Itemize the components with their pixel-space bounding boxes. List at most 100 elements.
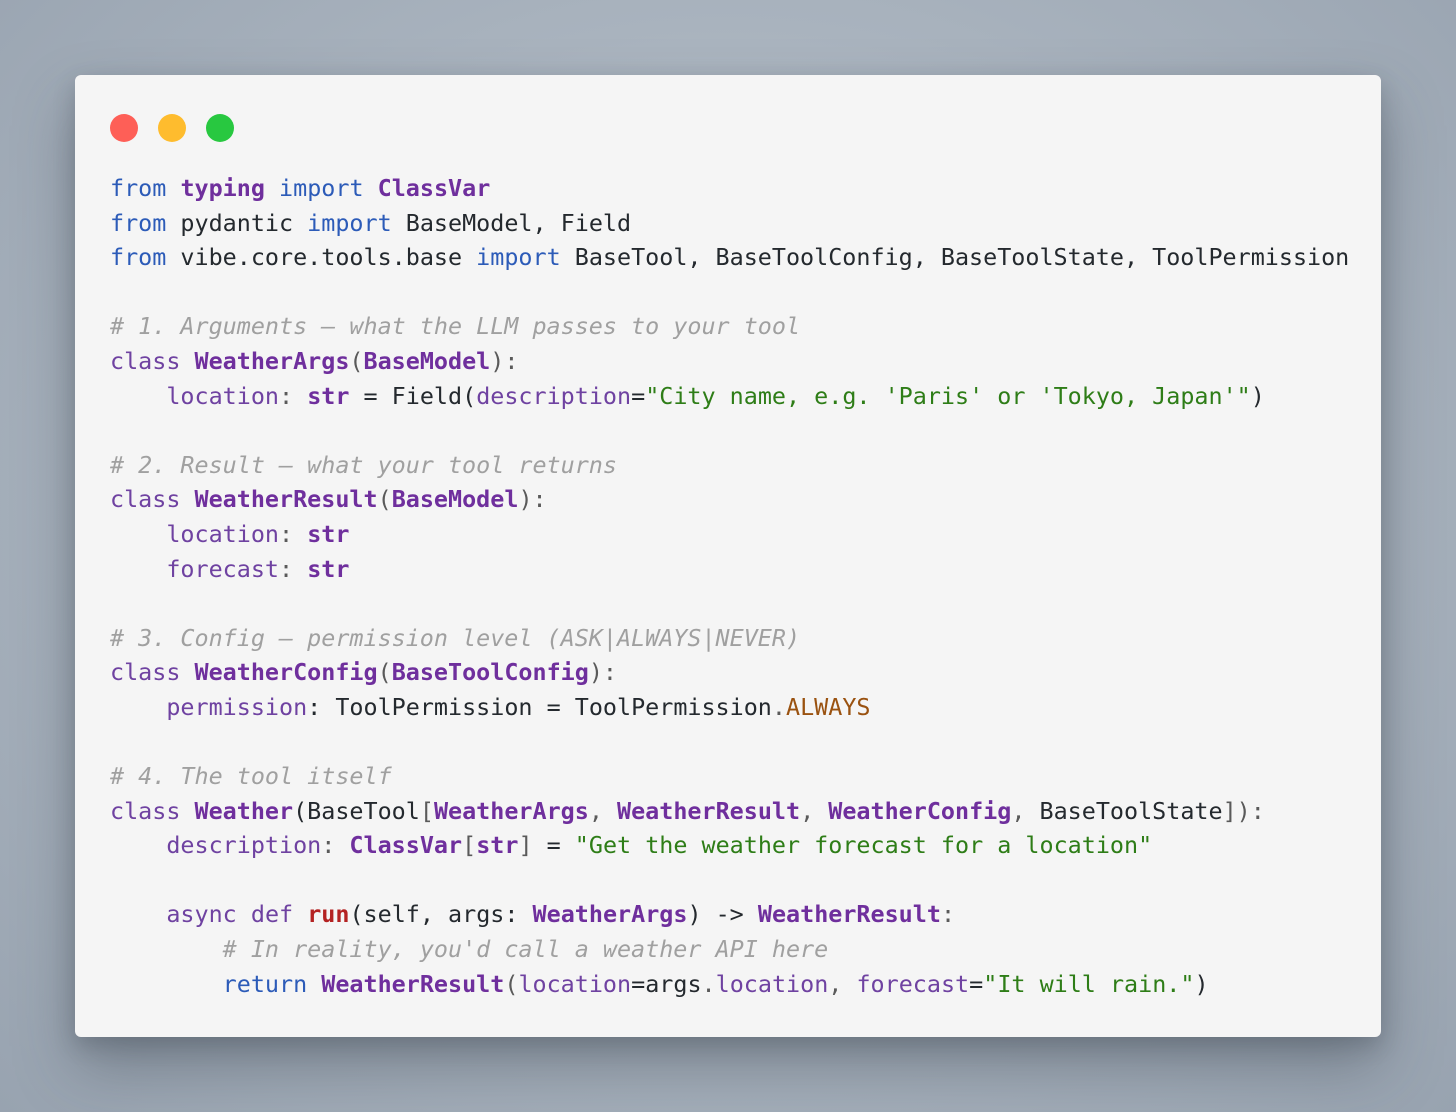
code-line-field: forecast: str [110, 552, 1349, 587]
imported-names: BaseModel, Field [391, 208, 632, 237]
minimize-window-button[interactable] [158, 114, 186, 142]
code-punctuation: ): [490, 346, 519, 375]
maximize-window-button[interactable] [206, 114, 234, 142]
code-line-comment: # In reality, you'd call a weather API h… [110, 932, 1349, 967]
param-type: WeatherArgs [532, 900, 688, 929]
code-punctuation: ) [1194, 969, 1209, 998]
string-literal: "Get the weather forecast for a location… [574, 831, 1153, 860]
code-punctuation: = [631, 381, 646, 410]
field-name: location [166, 381, 280, 410]
code-line-field: location: str = Field(description="City … [110, 379, 1349, 414]
code-punctuation: ): [588, 658, 618, 687]
param-name: description [476, 381, 632, 410]
code-line-field: permission: ToolPermission = ToolPermiss… [110, 690, 1349, 725]
code-line-import-pydantic: from pydantic import BaseModel, Field [110, 206, 1349, 241]
generic-arg: WeatherArgs [433, 796, 589, 825]
code-punctuation: [ [419, 796, 434, 825]
code-punctuation: ( [349, 346, 364, 375]
keyword-def: def [250, 900, 294, 929]
keyword-import: import [279, 174, 364, 202]
class-name: WeatherConfig [194, 658, 378, 687]
base-class: BaseModel [363, 346, 491, 375]
field-type: str [307, 554, 350, 583]
code-line-class-def: class WeatherArgs(BaseModel): [110, 344, 1349, 379]
string-literal: "City name, e.g. 'Paris' or 'Tokyo, Japa… [645, 381, 1251, 410]
field-type: str [307, 519, 350, 548]
param-value: =args [631, 969, 702, 998]
code-punctuation: ) -> [687, 900, 758, 929]
code-punctuation: ]): [1222, 796, 1265, 825]
module-name: typing [180, 174, 265, 202]
code-punctuation: : [279, 554, 308, 583]
code-punctuation: , [828, 969, 857, 998]
code-punctuation: : [279, 381, 308, 410]
generic-arg: WeatherResult [617, 796, 801, 825]
code-line-comment: # 3. Config – permission level (ASK|ALWA… [110, 621, 1349, 656]
field-name: location [166, 519, 280, 548]
base-class: BaseToolConfig [391, 658, 589, 687]
keyword-from: from [110, 208, 167, 237]
code-line-return: return WeatherResult(location=args.locat… [110, 967, 1349, 1002]
module-name: pydantic [166, 208, 308, 237]
code-comment: # In reality, you'd call a weather API h… [222, 935, 829, 964]
string-literal: "It will rain." [983, 969, 1195, 998]
module-name: vibe.core.tools.base [166, 243, 477, 272]
code-punctuation: : [321, 831, 350, 860]
attribute-name: location [715, 969, 829, 998]
field-name: permission [166, 692, 308, 721]
code-punctuation: : [279, 519, 308, 548]
code-line-class-def: class WeatherResult(BaseModel): [110, 482, 1349, 517]
code-line-import-typing: from typing import ClassVar [110, 171, 1349, 206]
close-window-button[interactable] [110, 114, 138, 142]
code-punctuation: : [940, 900, 956, 929]
params: (self, args: [349, 900, 533, 929]
param-name: location [518, 969, 632, 998]
code-line-comment: # 1. Arguments – what the LLM passes to … [110, 309, 1349, 344]
imported-names: BaseTool, BaseToolConfig, BaseToolState,… [560, 243, 1350, 272]
imported-name: ClassVar [377, 174, 491, 202]
code-block: from typing import ClassVar from pydantic… [110, 171, 1349, 1001]
base-class: (BaseTool [293, 796, 420, 825]
field-type: str [307, 381, 350, 410]
return-type: WeatherResult [757, 900, 941, 929]
code-punctuation: . [701, 969, 716, 998]
code-line-comment: # 4. The tool itself [110, 759, 1349, 794]
code-punctuation: = [969, 969, 984, 998]
enum-constant: ALWAYS [785, 692, 871, 721]
code-line-comment: # 2. Result – what your tool returns [110, 448, 1349, 483]
code-punctuation: , [800, 796, 829, 825]
code-punctuation: ( [504, 969, 519, 998]
code-punctuation: , [1011, 796, 1040, 825]
keyword-async: async [166, 900, 237, 929]
code-punctuation: ( [377, 485, 392, 514]
keyword-class: class [110, 658, 181, 687]
code-line-class-def: class WeatherConfig(BaseToolConfig): [110, 655, 1349, 690]
keyword-return: return [222, 969, 308, 998]
keyword-class: class [110, 796, 181, 825]
code-comment: # 3. Config – permission level (ASK|ALWA… [110, 623, 801, 652]
class-name: WeatherResult [321, 969, 505, 998]
class-name: WeatherResult [194, 485, 378, 514]
class-name: WeatherArgs [194, 346, 350, 375]
class-name: Weather [194, 796, 294, 825]
keyword-import: import [307, 208, 392, 237]
keyword-class: class [110, 346, 181, 375]
code-comment: # 4. The tool itself [110, 762, 392, 791]
keyword-from: from [110, 243, 167, 272]
field-assign: : ToolPermission = ToolPermission [307, 692, 772, 721]
field-name: forecast [166, 554, 280, 583]
code-comment: # 1. Arguments – what the LLM passes to … [110, 312, 801, 341]
base-class: BaseModel [391, 485, 519, 514]
code-line-class-def: class Weather(BaseTool[WeatherArgs, Weat… [110, 794, 1349, 829]
code-punctuation: ): [518, 485, 547, 514]
code-line-import-vibe: from vibe.core.tools.base import BaseToo… [110, 240, 1349, 275]
generic-arg: BaseToolState [1039, 796, 1223, 825]
code-punctuation: ] [518, 831, 533, 860]
